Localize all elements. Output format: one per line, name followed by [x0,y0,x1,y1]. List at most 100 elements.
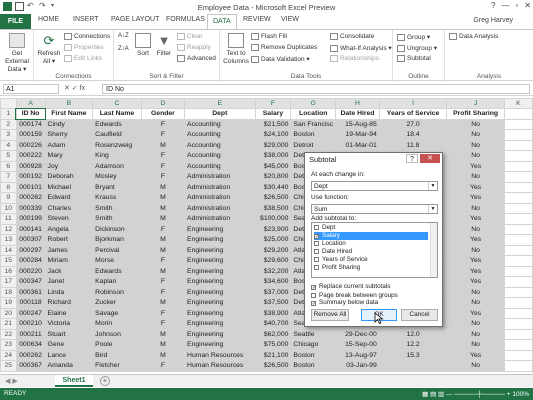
table-cell[interactable]: Administration [184,181,256,193]
table-cell[interactable]: 000634 [15,339,46,351]
header-cell[interactable]: Salary [254,108,292,120]
column-header[interactable]: I [378,98,448,109]
table-cell[interactable]: Bryant [92,181,142,193]
table-cell[interactable]: Steven [44,213,94,225]
table-cell[interactable]: Fletcher [92,360,142,372]
table-cell[interactable]: Engineering [184,223,256,235]
table-cell[interactable]: Mosley [92,171,142,183]
list-item[interactable]: Profit Sharing [314,264,428,272]
flash-fill-button[interactable]: Flash Fill [251,33,287,40]
filter-button[interactable]: ▼ Filter [154,33,174,58]
table-cell[interactable]: 000297 [15,244,46,256]
table-cell[interactable]: Chicago [290,339,337,351]
table-cell[interactable]: M [140,213,186,225]
empty-cell[interactable] [503,339,533,351]
table-cell[interactable]: 29-Dec-00 [335,328,380,340]
row-header[interactable]: 23 [0,339,17,351]
tab-file[interactable]: FILE [0,14,31,29]
table-cell[interactable]: $30,440 [254,181,292,193]
sheet-tab-sheet1[interactable]: Sheet1 [55,375,93,387]
table-cell[interactable]: No [446,286,505,298]
select-all-corner[interactable] [0,98,17,109]
table-cell[interactable]: Engineering [184,255,256,267]
edit-links-button[interactable]: Edit Links [64,55,102,62]
refresh-all-button[interactable]: ⟳ Refresh All ▾ [36,33,62,66]
empty-cell[interactable] [503,108,533,120]
column-header[interactable]: J [446,98,505,109]
table-cell[interactable]: 000101 [15,181,46,193]
table-cell[interactable]: Engineering [184,286,256,298]
row-header[interactable]: 21 [0,318,17,330]
table-cell[interactable]: M [140,265,186,277]
table-cell[interactable]: 000192 [15,171,46,183]
table-cell[interactable]: $34,600 [254,276,292,288]
table-cell[interactable]: $21,500 [254,118,292,130]
table-cell[interactable]: Percival [92,244,142,256]
user-name[interactable]: Greg Harvey [473,17,513,24]
sort-az-button[interactable]: A↓Z [118,33,129,39]
table-cell[interactable]: Accounting [184,150,256,162]
table-cell[interactable]: $25,000 [254,234,292,246]
row-header[interactable]: 17 [0,276,17,288]
table-cell[interactable]: $62,000 [254,328,292,340]
table-cell[interactable]: Rosenzweig [92,139,142,151]
column-header[interactable]: G [290,98,337,109]
table-cell[interactable]: $24,100 [254,129,292,141]
row-header[interactable]: 18 [0,286,17,298]
table-cell[interactable]: Engineering [184,265,256,277]
table-cell[interactable]: Bjorkman [92,234,142,246]
table-cell[interactable]: F [140,255,186,267]
row-header[interactable]: 22 [0,328,17,340]
table-cell[interactable]: Yes [446,192,505,204]
table-cell[interactable]: Seattle [290,328,337,340]
table-cell[interactable]: $100,000 [254,213,292,225]
row-header[interactable]: 3 [0,129,17,141]
table-cell[interactable]: Jack [44,265,94,277]
table-cell[interactable]: 000220 [15,265,46,277]
table-cell[interactable]: 11.8 [378,139,448,151]
tab-insert[interactable]: INSERT [73,16,99,23]
consolidate-button[interactable]: Consolidate [330,33,374,40]
table-cell[interactable]: $75,000 [254,339,292,351]
table-cell[interactable]: Robinson [92,286,142,298]
dialog-close-icon[interactable]: ✕ [420,154,440,163]
row-header[interactable]: 13 [0,234,17,246]
tab-page-layout[interactable]: PAGE LAYOUT [111,16,159,23]
row-header[interactable]: 15 [0,255,17,267]
table-cell[interactable]: Yes [446,276,505,288]
table-cell[interactable]: 27.0 [378,118,448,130]
table-cell[interactable]: Yes [446,213,505,225]
list-item[interactable]: Years of Service [314,256,428,264]
tab-home[interactable]: HOME [38,16,59,23]
table-cell[interactable]: F [140,318,186,330]
table-cell[interactable]: Krauss [92,192,142,204]
name-box[interactable]: A1 [3,84,59,94]
table-cell[interactable]: Edwards [92,265,142,277]
table-cell[interactable]: 03-Jan-99 [335,360,380,372]
table-cell[interactable]: 15-Aug-85 [335,118,380,130]
clear-button[interactable]: Clear [177,33,203,40]
table-cell[interactable]: $38,900 [254,307,292,319]
table-cell[interactable]: $29,000 [254,139,292,151]
table-cell[interactable]: M [140,181,186,193]
subtotal-button[interactable]: Subtotal [397,55,431,62]
data-validation-button[interactable]: Data Validation ▾ [251,55,310,63]
column-header[interactable]: D [140,98,186,109]
table-cell[interactable]: Yes [446,234,505,246]
table-cell[interactable]: Engineering [184,318,256,330]
table-cell[interactable]: Accounting [184,139,256,151]
table-cell[interactable]: Lance [44,349,94,361]
table-cell[interactable]: Human Resources [184,349,256,361]
table-cell[interactable]: No [446,171,505,183]
table-cell[interactable]: Bird [92,349,142,361]
table-cell[interactable]: Caulfield [92,129,142,141]
table-cell[interactable]: Accounting [184,118,256,130]
table-cell[interactable]: M [140,339,186,351]
empty-cell[interactable] [503,349,533,361]
table-cell[interactable]: Yes [446,307,505,319]
row-header[interactable]: 6 [0,160,17,172]
table-cell[interactable]: Victoria [44,318,94,330]
table-cell[interactable]: 000118 [15,297,46,309]
table-cell[interactable]: No [446,360,505,372]
add-sheet-icon[interactable]: + [100,376,110,386]
